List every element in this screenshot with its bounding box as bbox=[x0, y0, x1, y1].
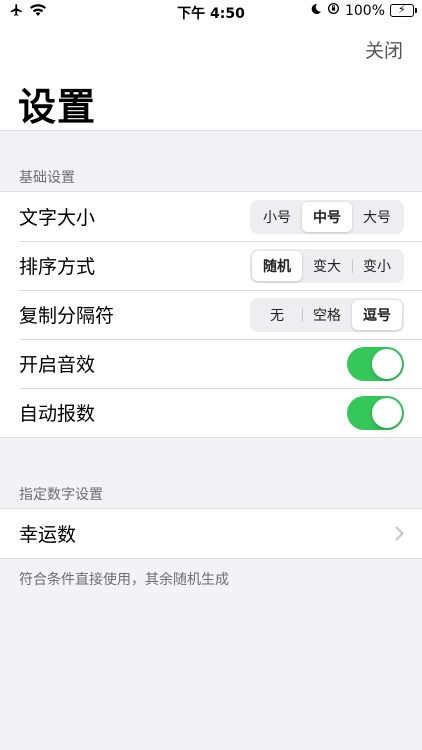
number-settings-header: 指定数字设置 bbox=[19, 487, 103, 503]
font-size-label: 文字大小 bbox=[19, 207, 96, 229]
moon-icon bbox=[310, 3, 322, 19]
separator-space-segment[interactable]: 空格 bbox=[302, 300, 352, 330]
lucky-number-label: 幸运数 bbox=[19, 524, 77, 546]
number-settings-group: 幸运数 bbox=[0, 508, 422, 559]
sound-toggle-knob bbox=[372, 348, 402, 379]
header-area: 下午 4:50 100% ⚡ 关闭 设置 bbox=[0, 0, 422, 131]
page-title: 设置 bbox=[18, 85, 97, 129]
separator-label: 复制分隔符 bbox=[19, 305, 115, 327]
close-button[interactable]: 关闭 bbox=[365, 36, 403, 63]
separator-segmented: 无 空格 逗号 bbox=[250, 297, 404, 332]
sort-descending-segment[interactable]: 变小 bbox=[352, 251, 402, 281]
separator-comma-segment[interactable]: 逗号 bbox=[352, 299, 402, 330]
basic-settings-group: 文字大小 小号 中号 大号 排序方式 随机 变大 变小 复制分隔符 无 空格 逗… bbox=[0, 191, 422, 438]
font-size-segmented: 小号 中号 大号 bbox=[250, 199, 404, 234]
auto-announce-label: 自动报数 bbox=[19, 403, 96, 425]
sound-row: 开启音效 bbox=[0, 339, 422, 388]
auto-announce-row: 自动报数 bbox=[0, 388, 422, 437]
lucky-number-row[interactable]: 幸运数 bbox=[0, 509, 422, 558]
sound-label: 开启音效 bbox=[19, 354, 96, 376]
battery-percent: 100% bbox=[344, 2, 385, 19]
sort-label: 排序方式 bbox=[19, 256, 96, 278]
separator-row: 复制分隔符 无 空格 逗号 bbox=[0, 290, 422, 339]
font-size-small-segment[interactable]: 小号 bbox=[252, 202, 302, 232]
font-size-large-segment[interactable]: 大号 bbox=[352, 202, 402, 232]
status-bar: 下午 4:50 100% ⚡ bbox=[0, 0, 422, 24]
battery-icon: ⚡ bbox=[390, 3, 417, 17]
sort-ascending-segment[interactable]: 变大 bbox=[302, 251, 352, 281]
lucky-number-footer: 符合条件直接使用，其余随机生成 bbox=[19, 572, 229, 588]
status-right: 100% ⚡ bbox=[310, 2, 417, 19]
charging-bolt-icon: ⚡ bbox=[398, 3, 406, 16]
sort-row: 排序方式 随机 变大 变小 bbox=[0, 241, 422, 290]
sound-toggle[interactable] bbox=[347, 346, 404, 381]
font-size-row: 文字大小 小号 中号 大号 bbox=[0, 192, 422, 241]
auto-announce-toggle-knob bbox=[372, 397, 402, 428]
separator-none-segment[interactable]: 无 bbox=[252, 300, 302, 330]
auto-announce-toggle[interactable] bbox=[347, 395, 404, 430]
chevron-right-icon bbox=[395, 522, 404, 546]
font-size-medium-segment[interactable]: 中号 bbox=[302, 201, 352, 232]
basic-settings-header: 基础设置 bbox=[19, 170, 75, 186]
orientation-lock-icon bbox=[327, 2, 340, 19]
sort-segmented: 随机 变大 变小 bbox=[250, 248, 404, 283]
sort-random-segment[interactable]: 随机 bbox=[252, 250, 302, 281]
